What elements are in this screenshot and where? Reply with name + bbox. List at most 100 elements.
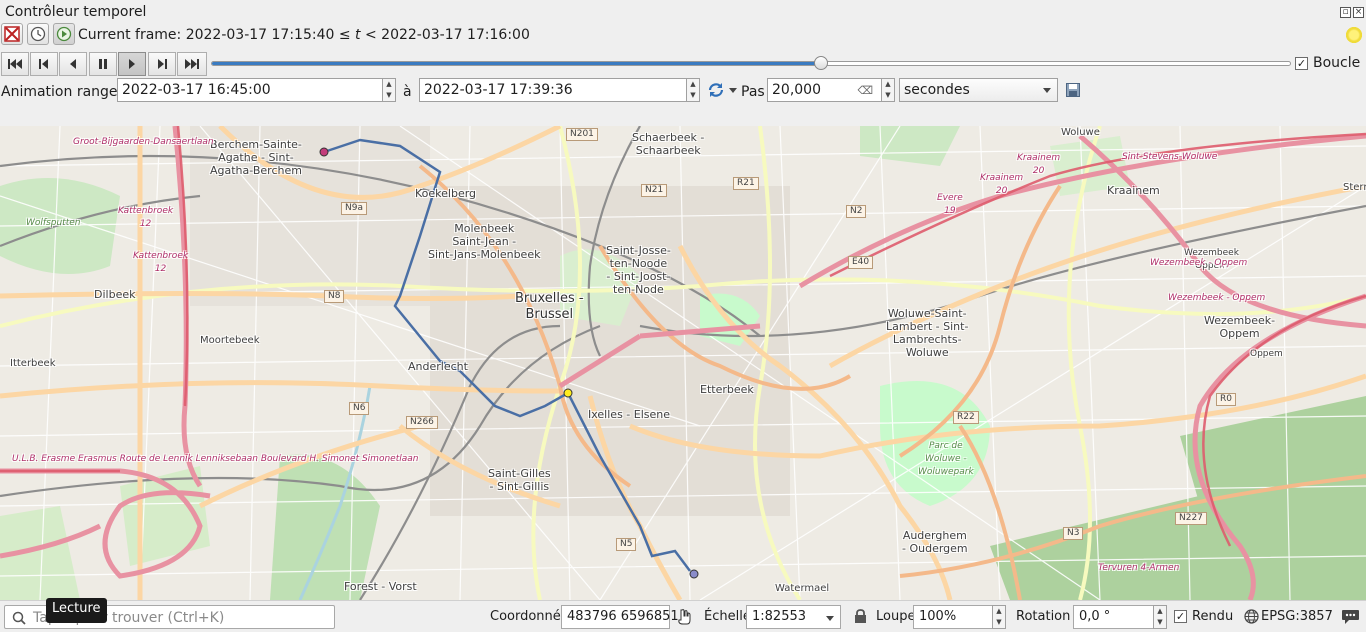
status-bar: Taper pour trouver (Ctrl+K) Coordonnée 4… xyxy=(0,600,1366,632)
map-label-schaerbeek: Schaerbeek - Schaarbeek xyxy=(632,131,705,157)
animated-mode-button[interactable] xyxy=(53,23,75,45)
animation-range-label: Animation range xyxy=(1,84,118,100)
map-label-kattenbroek-1: Kattenbroek 12 xyxy=(118,206,174,229)
rewind-to-start-button[interactable] xyxy=(1,52,29,76)
search-icon xyxy=(12,611,26,625)
map-label-anderlecht: Anderlecht xyxy=(408,360,468,373)
range-end-input[interactable]: 2022-03-17 17:39:36 xyxy=(419,78,687,102)
range-start-spinner[interactable]: ▲ ▼ xyxy=(382,78,396,102)
rotation-spinner[interactable]: ▲ ▼ xyxy=(1153,605,1167,629)
road-shield: N5 xyxy=(616,538,637,551)
scale-value: 1:82553 xyxy=(752,609,807,624)
map-label-ixelles: Ixelles - Elsene xyxy=(588,408,671,421)
render-label: Rendu xyxy=(1192,609,1234,624)
render-checkbox[interactable]: ✓ xyxy=(1174,610,1187,623)
unit-value: secondes xyxy=(904,82,970,98)
time-slider-fill xyxy=(212,62,822,65)
pause-button[interactable] xyxy=(89,52,117,76)
road-shield: N266 xyxy=(406,416,438,429)
frame-toolbar: Current frame: 2022-03-17 17:15:40 ≤ t <… xyxy=(0,23,1366,47)
mouse-track-icon[interactable] xyxy=(676,608,692,626)
animation-range-row: Animation range 2022-03-17 16:45:00 ▲ ▼ à… xyxy=(0,78,1366,104)
map-label-saint-gilles: Saint-Gilles - Sint-Gillis xyxy=(488,467,551,493)
pause-icon xyxy=(99,59,107,69)
map-label-ulb: U.L.B. Erasme Erasmus Route de Lennik Le… xyxy=(12,454,419,464)
road-shield: N8 xyxy=(324,290,345,303)
globe-icon[interactable] xyxy=(1244,609,1259,624)
skip-to-end-button[interactable] xyxy=(177,52,207,76)
save-icon[interactable] xyxy=(1066,83,1080,101)
play-forward-button[interactable] xyxy=(118,52,146,76)
scale-combo[interactable]: 1:82553 xyxy=(746,605,841,629)
map-label-stevens: Sint-Stevens-Woluwe xyxy=(1122,152,1218,162)
temporal-controller-window: Contrôleur temporel ▫ × Current frame: 2… xyxy=(0,0,1366,632)
lock-icon[interactable] xyxy=(854,609,867,624)
loop-checkbox[interactable]: ✓ xyxy=(1295,57,1308,70)
road-shield: N2 xyxy=(846,205,867,218)
settings-sun-icon[interactable] xyxy=(1346,27,1362,43)
road-shield: N9a xyxy=(341,202,367,215)
skip-end-icon xyxy=(185,59,199,69)
fixed-range-disable-button[interactable] xyxy=(1,23,23,45)
clock-icon xyxy=(30,26,46,42)
range-start-input[interactable]: 2022-03-17 16:45:00 xyxy=(117,78,383,102)
map-canvas[interactable]: Berchem-Sainte- Agathe - Sint- Agatha-Be… xyxy=(0,126,1366,600)
map-label-moortebeek: Moortebeek xyxy=(200,335,260,346)
road-shield: R21 xyxy=(733,177,759,190)
map-label-koekelberg: Koekelberg xyxy=(415,187,477,200)
time-slider[interactable] xyxy=(211,56,1291,70)
no-time-icon xyxy=(4,26,20,42)
map-label-wez-oppem: Wezembeek - Oppem xyxy=(1150,258,1248,268)
map-label-kraainem-r2: Kraainem 20 xyxy=(980,173,1024,196)
map-label-parc: Parc de Woluwe - Woluwepark xyxy=(918,441,974,477)
map-label-evere: Evere 19 xyxy=(937,193,963,216)
step-input[interactable]: 20,000 ⌫ xyxy=(767,78,882,102)
map-label-kattenbroek-2: Kattenbroek 12 xyxy=(133,251,189,274)
step-spinner[interactable]: ▲ ▼ xyxy=(881,78,895,102)
step-forward-icon xyxy=(158,59,167,69)
road-shield: N21 xyxy=(641,184,668,197)
map-basemap xyxy=(0,126,1366,600)
road-shield: N3 xyxy=(1063,527,1084,540)
time-slider-handle[interactable] xyxy=(814,56,829,70)
road-shield: N227 xyxy=(1175,512,1207,525)
fixed-range-button[interactable] xyxy=(27,23,49,45)
rotation-field[interactable]: 0,0 ° xyxy=(1073,605,1154,629)
road-shield: E40 xyxy=(848,256,874,269)
next-frame-button[interactable] xyxy=(148,52,176,76)
play-backward-button[interactable] xyxy=(59,52,87,76)
map-label-etterbeek: Etterbeek xyxy=(700,383,754,396)
coordinate-field[interactable]: 483796 6596851 xyxy=(561,605,679,629)
clear-icon[interactable]: ⌫ xyxy=(857,84,873,97)
magnifier-spinner[interactable]: ▲ ▼ xyxy=(992,605,1006,629)
map-label-woluwe: Woluwe xyxy=(1061,127,1100,138)
range-end-spinner[interactable]: ▲ ▼ xyxy=(686,78,700,102)
window-title: Contrôleur temporel xyxy=(5,4,147,20)
unit-select[interactable]: secondes xyxy=(899,78,1058,102)
play-back-icon xyxy=(70,59,76,69)
rotation-label: Rotation xyxy=(1016,609,1071,624)
road-shield: N201 xyxy=(566,128,598,141)
map-label-saint-josse: Saint-Josse- ten-Noode - Sint-Joost- ten… xyxy=(606,244,671,296)
road-shield: R22 xyxy=(953,411,979,424)
loop-label: Boucle xyxy=(1313,55,1361,71)
map-label-forest: Forest - Vorst xyxy=(344,580,417,593)
map-label-bruxelles: Bruxelles - Brussel xyxy=(515,291,584,322)
refresh-range-icon[interactable] xyxy=(707,82,725,102)
map-label-itterbeek: Itterbeek xyxy=(10,358,56,369)
crs-label[interactable]: EPSG:3857 xyxy=(1261,609,1333,624)
float-icon[interactable]: ▫ xyxy=(1340,7,1351,18)
map-label-auderghem: Auderghem - Oudergem xyxy=(902,529,968,555)
magnifier-field[interactable]: 100% xyxy=(913,605,993,629)
step-value: 20,000 xyxy=(772,82,821,98)
previous-frame-button[interactable] xyxy=(30,52,58,76)
title-bar: Contrôleur temporel ▫ × xyxy=(0,0,1366,24)
scale-label: Échelle xyxy=(704,609,751,624)
map-label-wez-oppem-2: Wezembeek - Oppem xyxy=(1168,293,1266,303)
magnifier-label: Loupe xyxy=(876,609,916,624)
refresh-dropdown-icon[interactable] xyxy=(729,88,737,93)
messages-icon[interactable] xyxy=(1341,608,1360,625)
skip-start-icon xyxy=(8,59,22,69)
map-label-kraainem: Kraainem xyxy=(1107,184,1160,197)
close-icon[interactable]: × xyxy=(1353,7,1364,18)
